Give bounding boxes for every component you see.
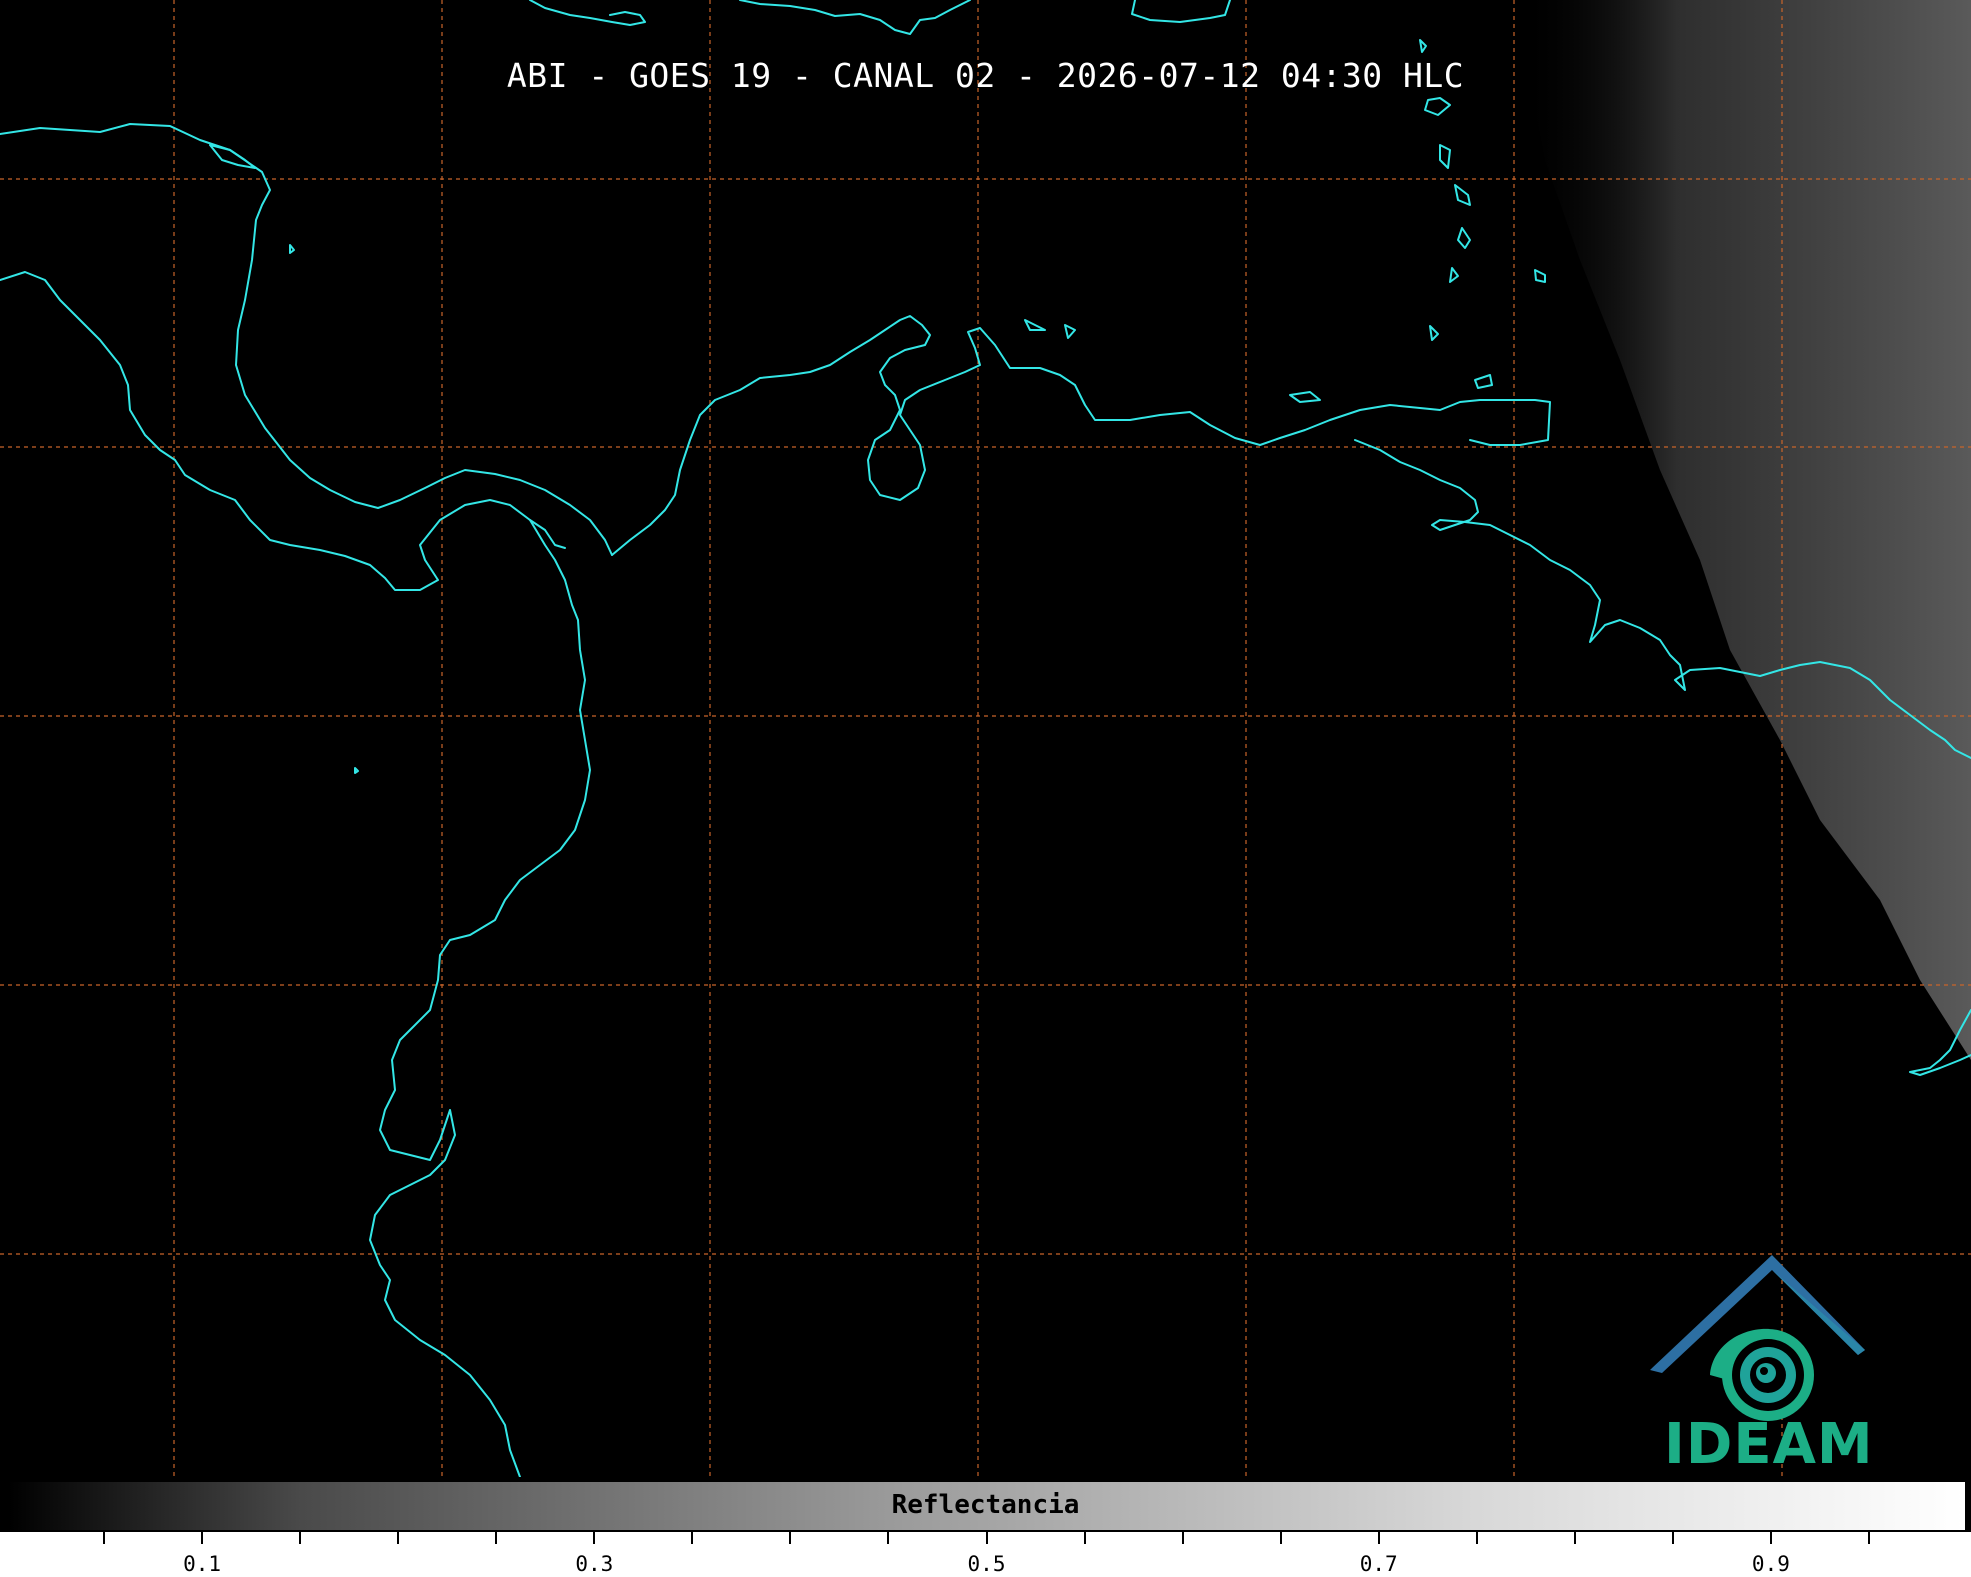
island-lesser-antilles-5 [1457, 227, 1471, 249]
colorbar-tick [1181, 1532, 1184, 1544]
island-trinidad [1474, 374, 1493, 389]
island-malpelo [354, 767, 359, 774]
island-tobago [1534, 269, 1546, 283]
colorbar-tick [789, 1532, 792, 1544]
coastline-central-america-pacific [0, 271, 566, 591]
colorbar-tick [299, 1532, 302, 1544]
coastline-caribbean-colombia [611, 315, 1551, 556]
island-margarita [1289, 391, 1321, 403]
colorbar-tick-label: 0.5 [967, 1552, 1006, 1576]
colorbar-tick [985, 1532, 988, 1544]
colorbar-tick [1475, 1532, 1478, 1544]
colorbar-tick [397, 1532, 400, 1544]
island-lesser-antilles-7 [1429, 325, 1439, 341]
colorbar-tick [1671, 1532, 1674, 1544]
colorbar-ticks: 0.1 0.3 0.5 0.7 0.9 [0, 1532, 1971, 1577]
map-title: ABI - GOES 19 - CANAL 02 - 2026-07-12 04… [506, 56, 1465, 95]
coastline-central-america-north [0, 123, 613, 556]
colorbar-tick-label: 0.7 [1359, 1552, 1398, 1576]
island-lesser-antilles-6 [1449, 267, 1459, 283]
colorbar-tick [103, 1532, 106, 1544]
island-jamaica [209, 144, 256, 169]
colorbar-tick [887, 1532, 890, 1544]
colorbar-tick [691, 1532, 694, 1544]
island-curacao [1064, 324, 1076, 339]
island-san-andres [289, 244, 295, 254]
coastline-cuba [529, 0, 646, 26]
colorbar-tick [1867, 1532, 1870, 1544]
colorbar-tick [1377, 1532, 1380, 1544]
island-lesser-antilles-2 [1424, 97, 1451, 116]
island-lesser-antilles-4 [1454, 184, 1471, 206]
coastline-hispaniola [739, 0, 971, 35]
colorbar-tick [593, 1532, 596, 1544]
colorbar-tick [1279, 1532, 1282, 1544]
coastline-colombia-pacific [369, 519, 591, 1477]
island-aruba [1024, 319, 1046, 331]
colorbar-tick [201, 1532, 204, 1544]
island-lesser-antilles-1 [1419, 39, 1427, 53]
colorbar-tick [1573, 1532, 1576, 1544]
cloud-region [1520, 0, 1971, 1060]
colorbar-tick [1083, 1532, 1086, 1544]
island-lesser-antilles-3 [1439, 144, 1451, 169]
colorbar-tick-label: 0.9 [1751, 1552, 1790, 1576]
colorbar-tick [495, 1532, 498, 1544]
colorbar-tick [1769, 1532, 1772, 1544]
coastline-puerto-rico [1131, 0, 1231, 23]
colorbar-tick-label: 0.1 [183, 1552, 222, 1576]
ideam-logo-text: IDEAM [1664, 1412, 1874, 1477]
colorbar-label: Reflectancia [891, 1490, 1080, 1520]
colorbar-tick-label: 0.3 [575, 1552, 614, 1576]
